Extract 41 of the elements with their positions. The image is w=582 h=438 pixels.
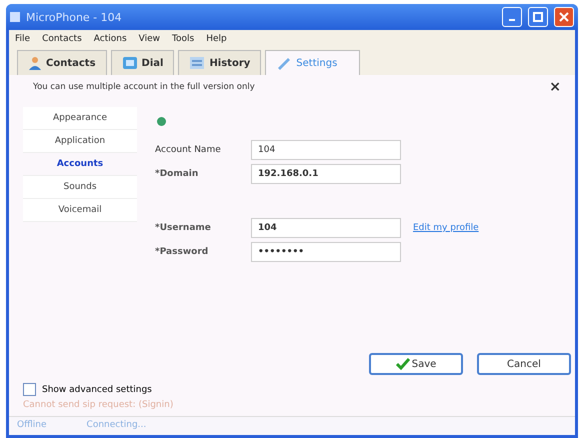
close-button[interactable] <box>554 7 574 27</box>
checkbox[interactable] <box>23 383 36 396</box>
checkbox-label: Show advanced settings <box>42 384 152 394</box>
field-label: *Domain <box>155 169 200 179</box>
field-label: *Username <box>155 223 212 233</box>
menu-item[interactable]: View <box>138 34 160 44</box>
close-notice-button[interactable]: × <box>545 79 565 95</box>
tab[interactable]: Dial <box>110 50 174 75</box>
minimize-button[interactable] <box>502 7 522 27</box>
save-button[interactable]: Save <box>369 353 463 375</box>
edit-profile-link[interactable]: Edit my profile <box>413 223 479 233</box>
menu-item[interactable]: Actions <box>94 34 127 44</box>
list-icon <box>189 56 206 70</box>
phone-icon <box>122 56 138 70</box>
menu-item[interactable]: Help <box>206 34 227 44</box>
input-field[interactable]: 104 <box>251 140 401 160</box>
status-message: Connecting... <box>86 420 146 430</box>
menu-item[interactable]: Contacts <box>42 34 82 44</box>
check-icon <box>396 358 410 370</box>
app-icon <box>10 12 20 22</box>
notice-text: You can use multiple account in the full version only <box>33 82 256 92</box>
input-field[interactable]: 192.168.0.1 <box>251 164 401 184</box>
maximize-icon <box>533 12 543 22</box>
input-field[interactable]: 104 <box>251 218 401 238</box>
person-icon <box>28 56 42 70</box>
input-field[interactable]: •••••••• <box>251 242 401 262</box>
status-dot-icon <box>157 117 166 126</box>
error-message: Cannot send sip request: (Signin) <box>23 400 174 410</box>
cancel-button[interactable]: Cancel <box>477 353 571 375</box>
menu-item[interactable]: Tools <box>172 34 194 44</box>
sidebar-item[interactable]: Accounts <box>23 153 137 176</box>
field-label: Account Name <box>155 145 222 155</box>
tab[interactable]: Contacts <box>17 50 107 75</box>
close-icon <box>559 12 569 22</box>
menu-item[interactable]: File <box>15 34 30 44</box>
field-label: *Password <box>155 247 210 257</box>
status-state: Offline <box>17 420 47 430</box>
pen-icon <box>276 56 292 70</box>
window-title: MicroPhone - 104 <box>26 10 123 24</box>
tab[interactable]: History <box>178 50 262 75</box>
maximize-button[interactable] <box>528 7 548 27</box>
